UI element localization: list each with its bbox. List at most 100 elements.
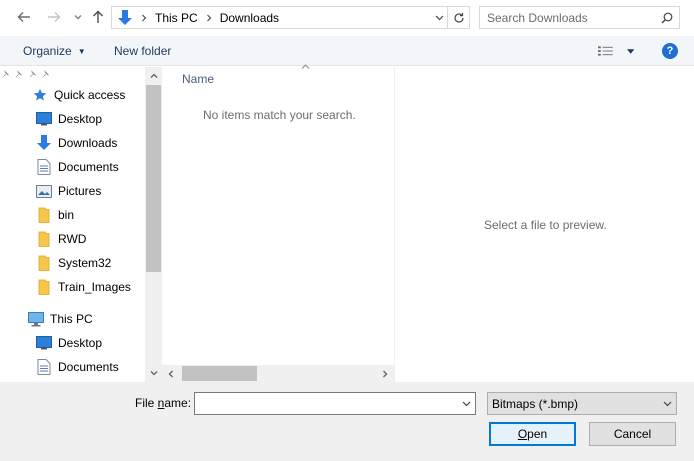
downloads-icon — [36, 135, 52, 151]
desktop-icon — [36, 111, 52, 127]
sort-ascending-icon — [301, 64, 310, 69]
refresh-icon — [453, 12, 464, 23]
column-header-name[interactable]: Name — [182, 72, 214, 86]
nav-label: Quick access — [54, 88, 126, 102]
address-dropdown-button[interactable] — [431, 7, 447, 28]
nav-label: Desktop — [58, 336, 103, 350]
folder-icon — [36, 207, 52, 223]
nav-item-rwd[interactable]: RWD — [36, 228, 86, 250]
nav-item-downloads[interactable]: Downloads — [36, 132, 117, 154]
arrow-right-icon — [48, 12, 61, 22]
file-type-value: Bitmaps (*.bmp) — [492, 396, 579, 411]
nav-item-pictures[interactable]: Pictures — [36, 180, 101, 202]
documents-icon — [36, 159, 52, 175]
file-type-select[interactable]: Bitmaps (*.bmp) — [487, 392, 677, 415]
computer-icon — [28, 311, 44, 327]
chevron-left-icon — [168, 370, 173, 377]
address-bar[interactable]: This PC Downloads — [111, 6, 470, 29]
chevron-down-icon — [658, 401, 676, 407]
nav-label: Documents — [58, 160, 119, 174]
command-bar: Organize ▼ New folder — [0, 36, 694, 66]
folder-icon — [36, 231, 52, 247]
nav-pc-documents[interactable]: Documents — [36, 356, 119, 378]
forward-button[interactable] — [44, 7, 64, 27]
nav-item-system32[interactable]: System32 — [36, 252, 111, 274]
search-box[interactable] — [479, 6, 680, 29]
nav-item-train-images[interactable]: Train_Images — [36, 276, 131, 298]
search-icon[interactable] — [655, 7, 679, 28]
cancel-button[interactable]: Cancel — [589, 422, 676, 446]
caret-down-icon: ▼ — [77, 46, 86, 56]
nav-label: bin — [58, 208, 75, 222]
nav-item-documents[interactable]: Documents — [36, 156, 119, 178]
scroll-up-button[interactable] — [145, 67, 162, 84]
file-name-combobox[interactable] — [194, 392, 476, 415]
nav-pc-desktop[interactable]: Desktop — [36, 332, 102, 354]
change-view-button[interactable] — [598, 44, 634, 58]
nav-vertical-scrollbar[interactable] — [145, 67, 162, 382]
downloads-icon — [114, 7, 136, 28]
help-button[interactable]: ? — [662, 43, 678, 59]
scroll-thumb[interactable] — [146, 85, 161, 272]
navigation-pane[interactable]: Quick access Desktop Downloads Documents… — [0, 67, 162, 382]
file-name-label: File name: — [135, 396, 191, 410]
details-view-icon — [598, 46, 613, 56]
pin-icon[interactable] — [13, 67, 26, 81]
file-name-input[interactable] — [195, 393, 457, 414]
nav-label: Train_Images — [58, 280, 131, 294]
file-name-label-suffix: ame: — [164, 396, 192, 410]
refresh-button[interactable] — [447, 7, 469, 28]
pin-icon[interactable] — [27, 67, 40, 81]
nav-item-desktop[interactable]: Desktop — [36, 108, 102, 130]
navigation-bar: This PC Downloads — [0, 0, 694, 36]
nav-quick-access[interactable]: Quick access — [32, 84, 125, 106]
star-icon — [32, 87, 48, 103]
open-button[interactable]: Open — [489, 422, 576, 446]
nav-label: Pictures — [58, 184, 102, 198]
organize-label: Organize — [23, 44, 72, 58]
nav-label: Downloads — [58, 136, 118, 150]
nav-item-bin[interactable]: bin — [36, 204, 74, 226]
organize-button[interactable]: Organize ▼ — [23, 43, 86, 59]
pin-icon[interactable] — [0, 67, 13, 81]
search-input[interactable] — [480, 7, 655, 28]
chevron-right-icon[interactable] — [201, 14, 217, 22]
file-name-label-prefix: File — [135, 396, 158, 410]
chevron-down-icon — [74, 15, 82, 20]
nav-label: This PC — [50, 312, 93, 326]
back-button[interactable] — [14, 7, 34, 27]
recent-locations-button[interactable] — [68, 7, 88, 27]
arrow-left-icon — [17, 12, 30, 22]
nav-label: System32 — [58, 256, 112, 270]
desktop-icon — [36, 335, 52, 351]
chevron-down-icon — [462, 401, 470, 406]
chevron-right-icon — [383, 370, 388, 377]
breadcrumb-this-pc[interactable]: This PC — [152, 11, 201, 25]
chevron-right-icon[interactable] — [136, 14, 152, 22]
nav-label: Documents — [58, 360, 119, 374]
documents-icon — [36, 359, 52, 375]
pin-icon[interactable] — [40, 67, 50, 81]
chevron-down-icon — [150, 371, 157, 376]
folder-icon — [36, 279, 52, 295]
file-horizontal-scrollbar[interactable] — [162, 365, 394, 382]
scroll-thumb[interactable] — [182, 366, 257, 381]
preview-message: Select a file to preview. — [484, 218, 607, 232]
breadcrumb-downloads[interactable]: Downloads — [217, 11, 282, 25]
up-button[interactable] — [88, 7, 108, 27]
chevron-down-icon — [435, 15, 443, 20]
chevron-up-icon — [150, 73, 157, 78]
scroll-down-button[interactable] — [145, 365, 162, 382]
scroll-left-button[interactable] — [162, 365, 179, 382]
empty-message: No items match your search. — [203, 108, 356, 122]
nav-label: RWD — [58, 232, 87, 246]
caret-down-icon — [626, 48, 634, 54]
open-accesskey: O — [517, 427, 528, 441]
arrow-up-icon — [93, 10, 103, 23]
nav-this-pc[interactable]: This PC — [28, 308, 93, 330]
new-folder-button[interactable]: New folder — [114, 43, 171, 59]
file-name-dropdown-button[interactable] — [457, 393, 475, 414]
nav-label: Desktop — [58, 112, 103, 126]
scroll-right-button[interactable] — [377, 365, 394, 382]
open-label: pen — [527, 427, 548, 441]
